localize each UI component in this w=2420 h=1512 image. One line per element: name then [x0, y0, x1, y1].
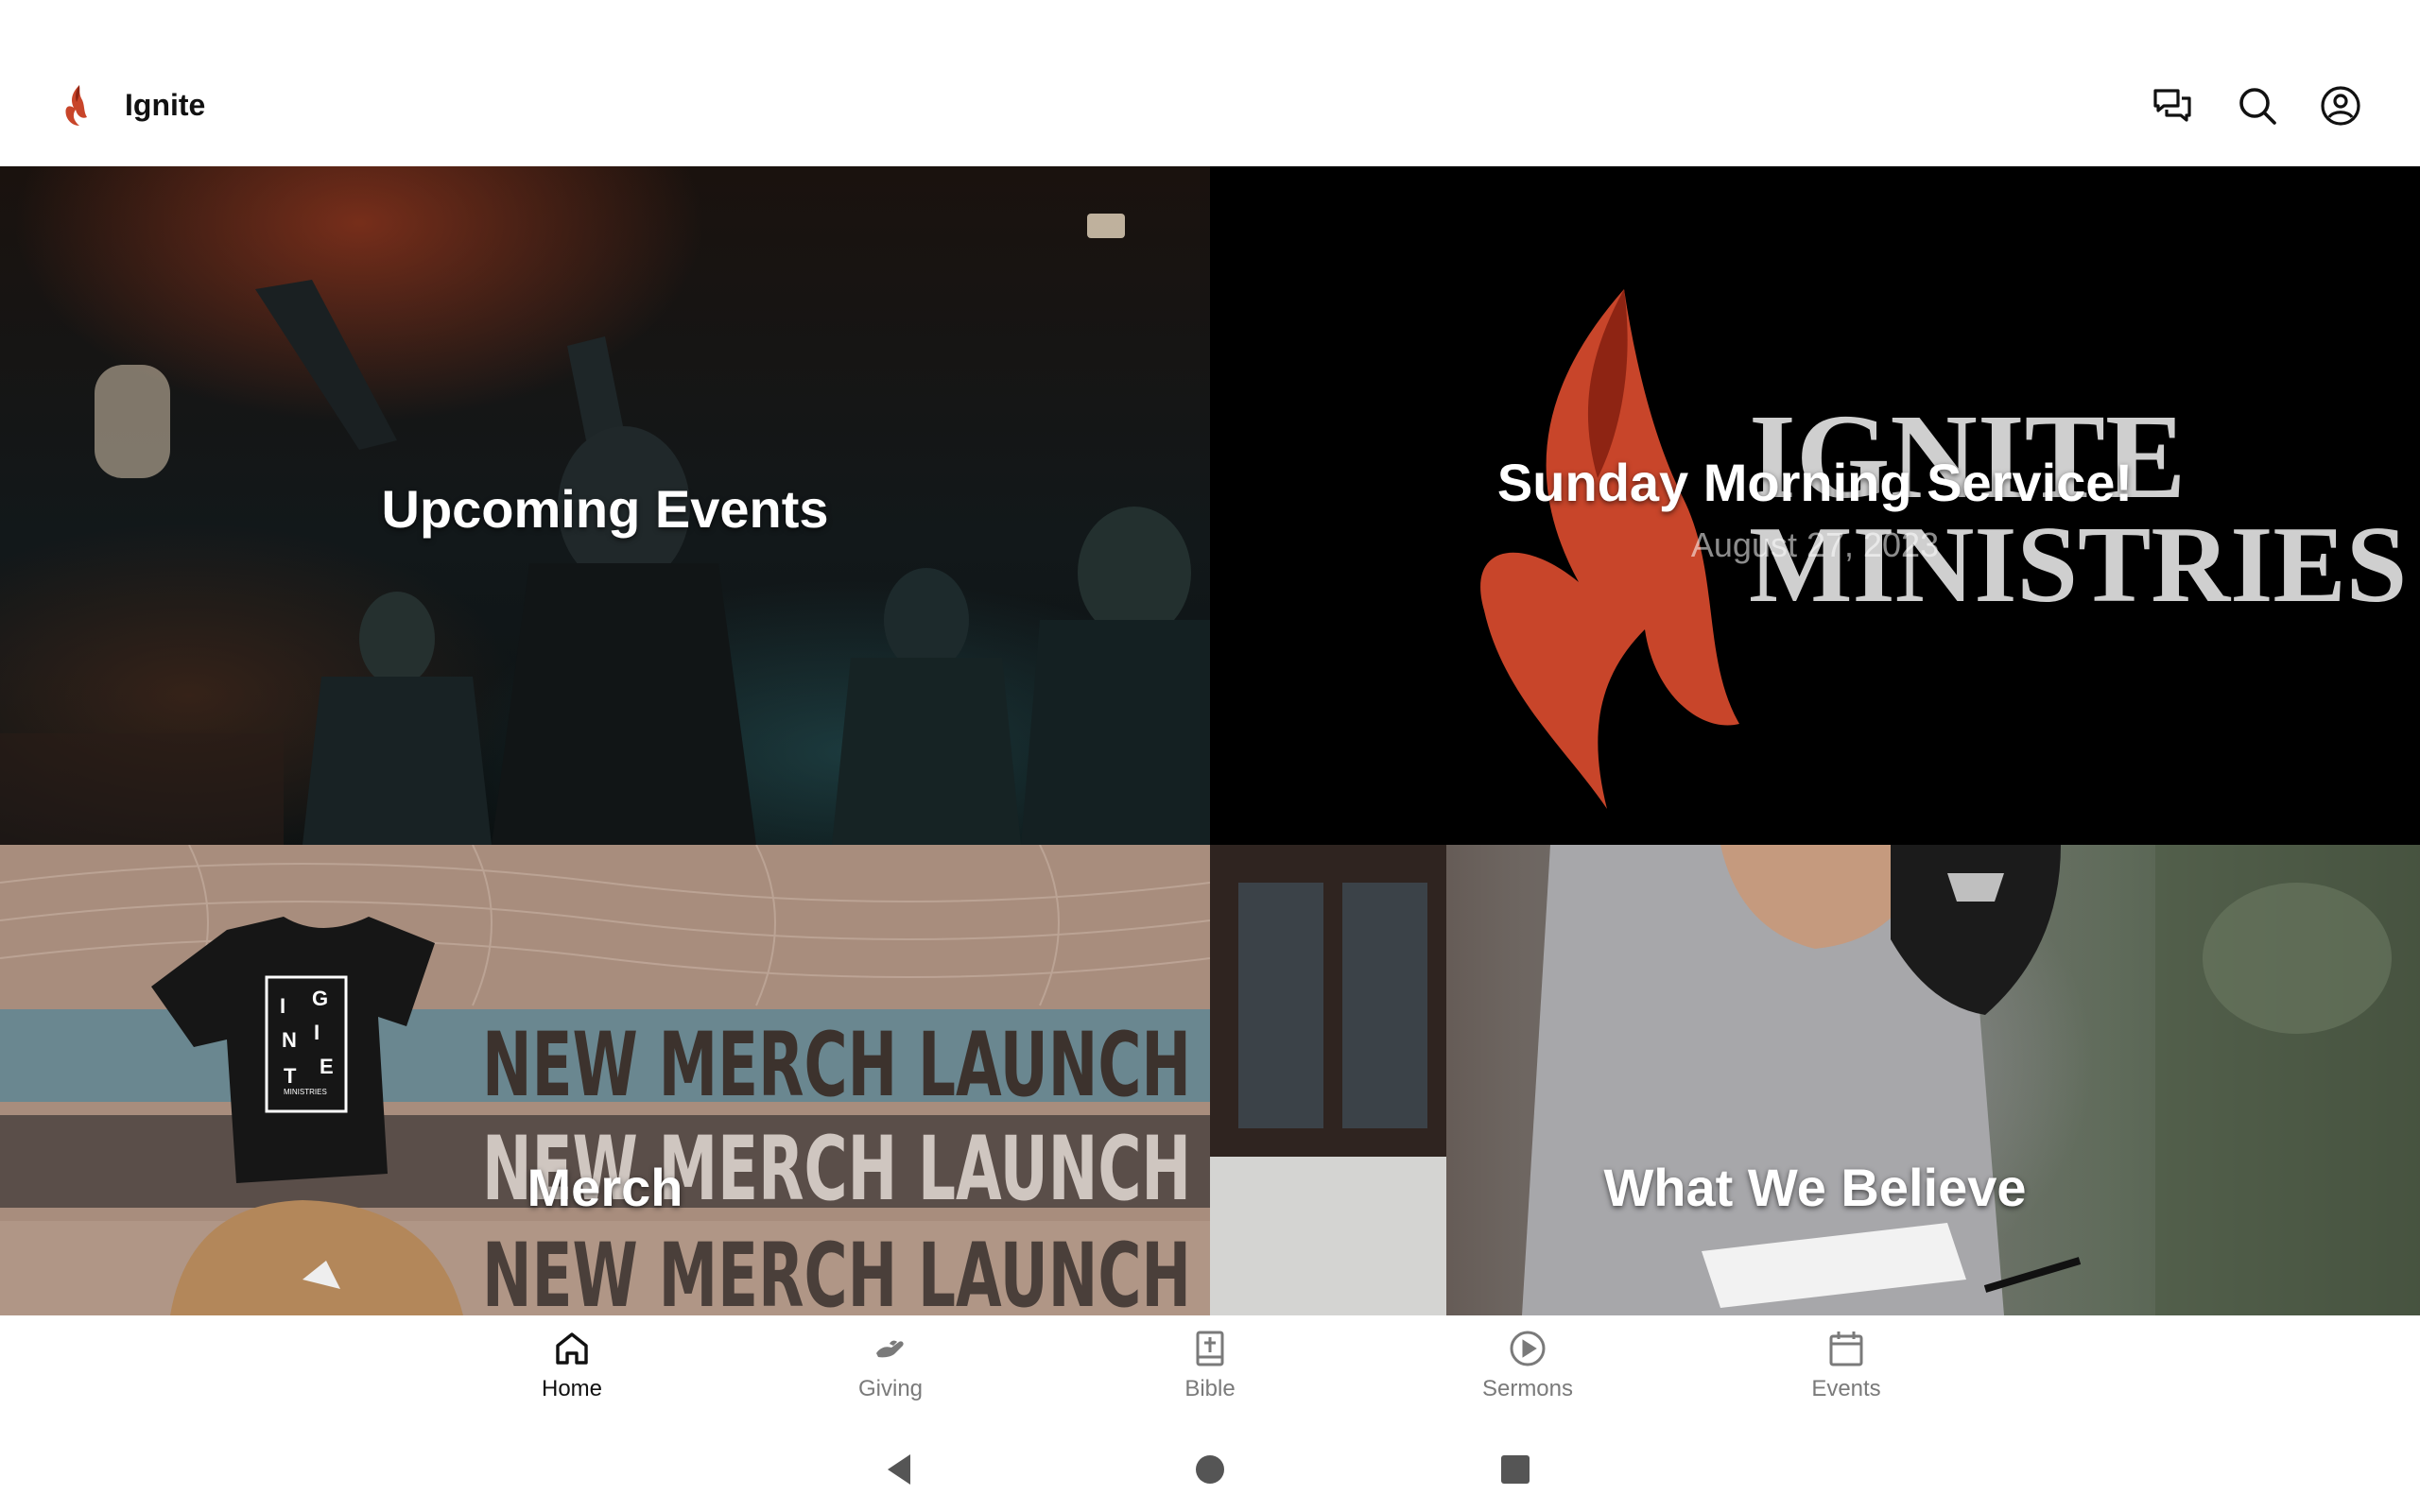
search-icon	[2239, 88, 2276, 125]
merch-tile[interactable]: NEW MERCH LAUNCH NEW MERCH LAUNCH NEW ME…	[0, 845, 1210, 1315]
recents-square-icon	[1501, 1455, 1530, 1484]
nav-label-events: Events	[1811, 1376, 1881, 1401]
nav-label-bible: Bible	[1184, 1376, 1236, 1401]
shirt-letter-1: I	[280, 994, 285, 1018]
system-recents-button[interactable]	[1494, 1448, 1537, 1491]
calendar-icon	[1829, 1332, 1863, 1366]
sunday-service-date: August 27, 2023	[1690, 525, 1940, 564]
shirt-letter-5: T	[284, 1064, 297, 1088]
sunday-service-title: Sunday Morning Service!	[1496, 453, 2134, 512]
nav-item-bible[interactable]: Bible	[1115, 1329, 1305, 1414]
system-navigation-bar	[0, 1427, 2420, 1512]
bottom-navigation: Home Giving Bible Sermons Events	[0, 1315, 2420, 1427]
nav-label-home: Home	[541, 1376, 603, 1401]
shirt-letter-2: G	[312, 987, 328, 1010]
nav-label-giving: Giving	[857, 1376, 924, 1401]
nav-item-sermons[interactable]: Sermons	[1433, 1329, 1622, 1414]
shirt-caption: MINISTRIES	[284, 1088, 327, 1096]
shirt-letter-6: E	[320, 1055, 334, 1078]
chat-icon	[2153, 89, 2191, 122]
sunday-service-tile[interactable]: IGNITE MINISTRIES Sunday Morning Service…	[1210, 166, 2420, 845]
nav-item-events[interactable]: Events	[1752, 1329, 1941, 1414]
giving-hand-icon	[876, 1340, 904, 1358]
search-button[interactable]	[2233, 81, 2282, 130]
app-header: Ignite	[0, 0, 2420, 166]
nav-item-home[interactable]: Home	[477, 1329, 666, 1414]
home-icon	[556, 1332, 588, 1365]
what-we-believe-title: What We Believe	[1603, 1158, 2027, 1217]
system-back-button[interactable]	[879, 1448, 923, 1491]
account-button[interactable]	[2316, 81, 2365, 130]
logo-text-ministries: MINISTRIES	[1749, 505, 2407, 626]
chat-button[interactable]	[2148, 81, 2197, 130]
shirt-letter-3: N	[282, 1028, 297, 1052]
system-home-button[interactable]	[1188, 1448, 1232, 1491]
play-circle-icon	[1510, 1331, 1546, 1366]
home-circle-icon	[1196, 1455, 1224, 1484]
back-triangle-icon	[888, 1454, 910, 1485]
upcoming-events-tile[interactable]: Upcoming Events	[0, 166, 1210, 845]
merch-title: Merch	[527, 1158, 683, 1217]
reading-man-image	[1210, 845, 2420, 1315]
flame-logo-icon	[65, 85, 87, 126]
merch-banner-line1: NEW MERCH LAUNCH	[482, 1014, 1191, 1117]
account-icon	[2321, 86, 2360, 126]
app-title: Ignite	[125, 88, 206, 122]
merch-banner-line3: NEW MERCH LAUNCH	[482, 1225, 1191, 1315]
nav-label-sermons: Sermons	[1481, 1376, 1574, 1401]
shirt-letter-4: I	[314, 1021, 320, 1044]
what-we-believe-tile[interactable]: What We Believe	[1210, 845, 2420, 1315]
merch-launch-image: NEW MERCH LAUNCH NEW MERCH LAUNCH NEW ME…	[0, 845, 1210, 1315]
bible-icon	[1196, 1331, 1224, 1366]
upcoming-events-title: Upcoming Events	[381, 479, 829, 539]
nav-item-giving[interactable]: Giving	[796, 1329, 985, 1414]
